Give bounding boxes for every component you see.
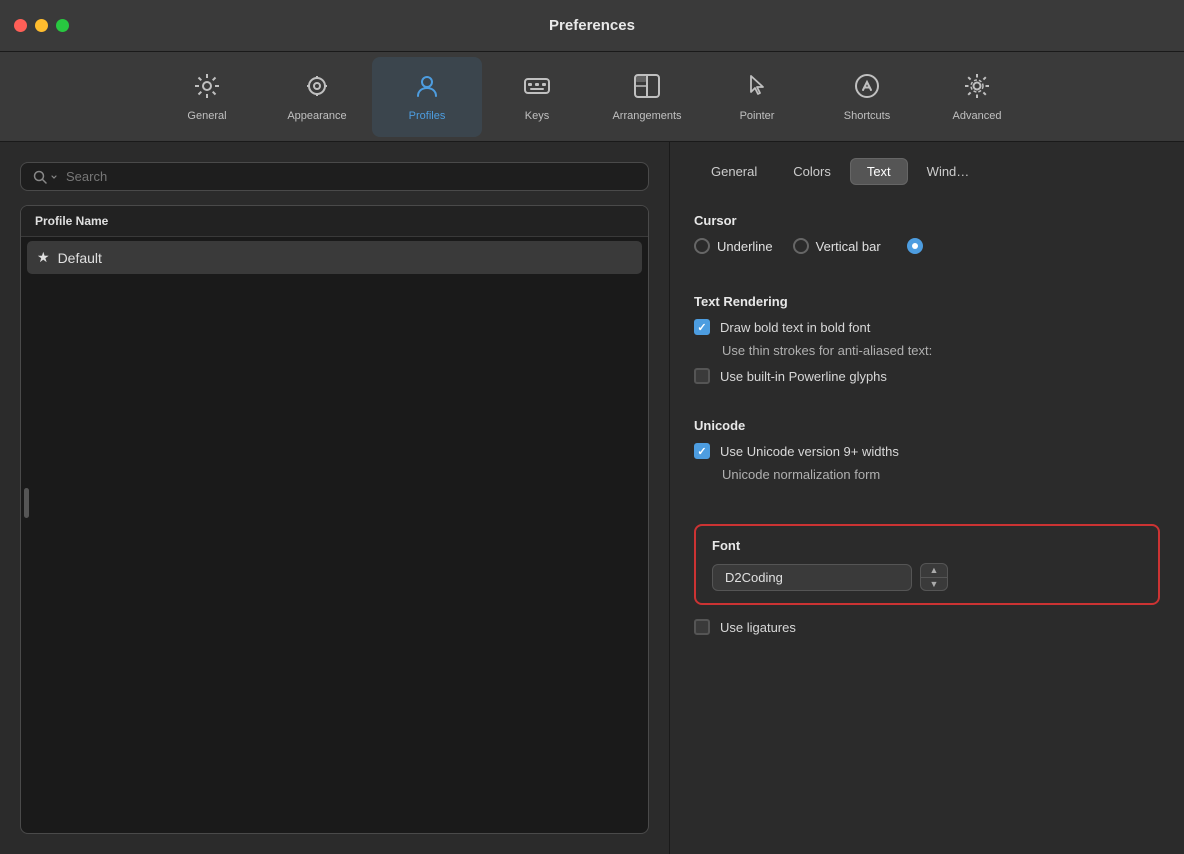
powerline-label: Use built-in Powerline glyphs [720,369,887,384]
left-panel: Profile Name ★ Default [0,142,670,854]
underline-label: Underline [717,239,773,254]
thin-strokes-label: Use thin strokes for anti-aliased text: [722,343,1160,358]
close-button[interactable] [14,19,27,32]
cursor-radio-group: Underline Vertical bar [694,238,1160,254]
cursor-block-radio-item[interactable] [907,238,923,254]
general-icon [193,72,221,104]
toolbar-label-advanced: Advanced [953,110,1002,122]
toolbar-label-shortcuts: Shortcuts [844,110,890,122]
toolbar-label-general: General [187,110,226,122]
toolbar-item-shortcuts[interactable]: Shortcuts [812,57,922,137]
font-size-up[interactable]: ▲ [921,564,947,578]
subtab-text[interactable]: Text [850,158,908,185]
text-rendering-title: Text Rendering [694,294,1160,309]
toolbar: General Appearance Profiles [0,52,1184,142]
profile-item-default[interactable]: ★ Default [27,241,642,274]
toolbar-item-general[interactable]: General [152,57,262,137]
underline-radio[interactable] [694,238,710,254]
search-bar [20,162,649,191]
search-icon [33,170,58,184]
main-content: Profile Name ★ Default General Colors Te… [0,142,1184,854]
profile-list-header: Profile Name [21,206,648,237]
vertical-bar-label: Vertical bar [816,239,881,254]
draw-bold-checkbox[interactable] [694,319,710,335]
subtabs: General Colors Text Wind… [694,158,1160,185]
keys-icon [523,72,551,104]
ligatures-row: Use ligatures [694,619,1160,643]
powerline-checkbox-item[interactable]: Use built-in Powerline glyphs [694,368,1160,384]
toolbar-item-pointer[interactable]: Pointer [702,57,812,137]
toolbar-item-keys[interactable]: Keys [482,57,592,137]
profiles-icon [413,72,441,104]
unicode-widths-checkbox[interactable] [694,443,710,459]
search-input[interactable] [66,169,636,184]
traffic-lights [14,19,69,32]
profile-list-container: Profile Name ★ Default [20,205,649,834]
ligatures-checkbox-item[interactable]: Use ligatures [694,619,1160,635]
right-panel: General Colors Text Wind… Cursor Underli… [670,142,1184,854]
font-stepper[interactable]: ▲ ▼ [920,563,948,591]
subtab-colors[interactable]: Colors [776,158,848,185]
font-section: Font D2Coding ▲ ▼ [694,524,1160,605]
arrangements-icon [633,72,661,104]
vertical-bar-radio[interactable] [793,238,809,254]
appearance-icon [303,72,331,104]
font-selector: D2Coding ▲ ▼ [712,563,1142,591]
pointer-icon [743,72,771,104]
powerline-checkbox[interactable] [694,368,710,384]
default-star-icon: ★ [37,249,50,266]
draw-bold-checkbox-item[interactable]: Draw bold text in bold font [694,319,1160,335]
ligatures-checkbox[interactable] [694,619,710,635]
profile-name: Default [58,250,102,266]
cursor-underline[interactable]: Underline [694,238,773,254]
minimize-button[interactable] [35,19,48,32]
toolbar-item-profiles[interactable]: Profiles [372,57,482,137]
cursor-section-title: Cursor [694,213,1160,228]
font-name-display: D2Coding [712,564,912,591]
toolbar-item-arrangements[interactable]: Arrangements [592,57,702,137]
advanced-icon [963,72,991,104]
cursor-vertical-bar[interactable]: Vertical bar [793,238,881,254]
toolbar-label-profiles: Profiles [409,110,446,122]
subtab-window[interactable]: Wind… [910,158,987,185]
ligatures-label: Use ligatures [720,620,796,635]
fullscreen-button[interactable] [56,19,69,32]
window-title: Preferences [549,17,635,34]
text-rendering-section: Text Rendering Draw bold text in bold fo… [694,288,1160,392]
unicode-normalization-label: Unicode normalization form [722,467,1160,482]
toolbar-label-appearance: Appearance [287,110,346,122]
toolbar-item-appearance[interactable]: Appearance [262,57,372,137]
block-radio[interactable] [907,238,923,254]
scroll-indicator [24,488,29,518]
unicode-widths-checkbox-item[interactable]: Use Unicode version 9+ widths [694,443,1160,459]
titlebar: Preferences [0,0,1184,52]
toolbar-label-keys: Keys [525,110,549,122]
draw-bold-label: Draw bold text in bold font [720,320,870,335]
font-section-title: Font [712,538,1142,553]
toolbar-label-pointer: Pointer [740,110,775,122]
unicode-section: Unicode Use Unicode version 9+ widths Un… [694,412,1160,492]
unicode-section-title: Unicode [694,418,1160,433]
subtab-general[interactable]: General [694,158,774,185]
toolbar-item-advanced[interactable]: Advanced [922,57,1032,137]
cursor-section: Cursor Underline Vertical bar [694,207,1160,268]
shortcuts-icon [853,72,881,104]
font-size-down[interactable]: ▼ [921,578,947,591]
unicode-widths-label: Use Unicode version 9+ widths [720,444,899,459]
toolbar-label-arrangements: Arrangements [612,110,681,122]
